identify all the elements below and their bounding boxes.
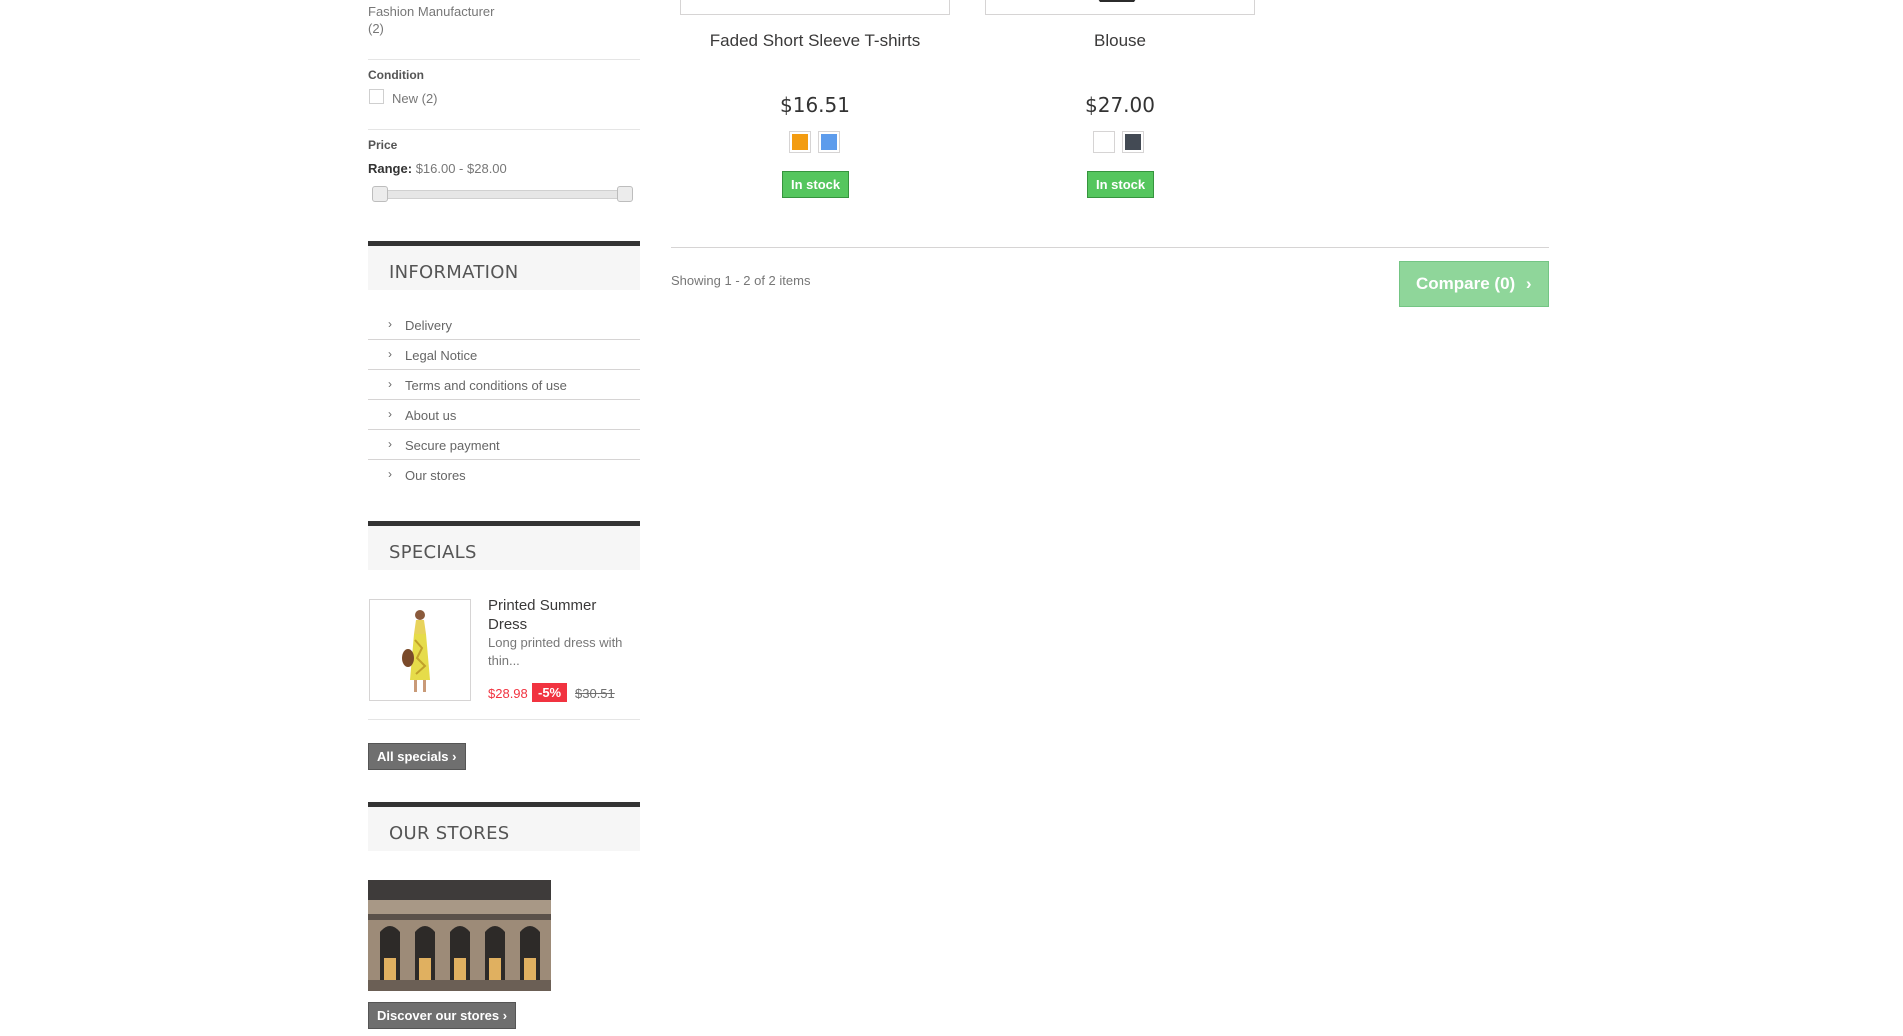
info-link-our-stores[interactable]: › Our stores [368,460,640,490]
info-link-terms[interactable]: › Terms and conditions of use [368,370,640,400]
product-price: $27.00 [1085,93,1155,117]
specials-block-header: SPECIALS [368,521,640,570]
information-title: INFORMATION [389,262,519,283]
chevron-right-icon: › [388,347,392,361]
stock-status-badge: In stock [1087,171,1155,198]
product-image-frame[interactable] [985,0,1255,15]
chevron-right-icon: › [452,749,457,764]
info-link-about-us[interactable]: › About us [368,400,640,430]
chevron-right-icon: › [388,437,392,451]
compare-button[interactable]: Compare (0) › [1399,261,1549,307]
price-slider-track[interactable] [374,190,628,199]
store-facade-image [368,880,551,991]
info-link-label: Legal Notice [405,348,478,363]
discount-badge: -5% [532,683,568,702]
discover-stores-button[interactable]: Discover our stores › [368,1002,517,1029]
product-name[interactable]: Faded Short Sleeve T-shirts [680,31,950,51]
special-product-name[interactable]: Printed Summer Dress [488,596,638,634]
manufacturer-filter-count: (2) [368,21,384,36]
compare-label: Compare (0) [1416,274,1516,293]
all-specials-button[interactable]: All specials › [368,743,466,770]
stores-title: OUR STORES [389,823,510,844]
info-link-legal-notice[interactable]: › Legal Notice [368,340,640,370]
stock-status-badge: In stock [782,171,850,198]
price-range-label: Range: [368,161,413,176]
chevron-right-icon: › [388,377,392,391]
special-product-old-price: $30.51 [575,686,615,701]
product-name[interactable]: Blouse [985,31,1255,51]
blouse-image [1098,0,1136,2]
product-image-frame[interactable] [680,0,950,15]
special-product-description: Long printed dress with thin... [488,635,623,668]
dress-image [370,600,470,700]
chevron-right-icon: › [502,1008,508,1023]
discover-stores-label: Discover our stores [377,1008,500,1023]
stores-block-header: OUR STORES [368,802,640,851]
special-product-price: $28.98 [488,686,528,701]
condition-new-label[interactable]: New (2) [392,91,438,106]
info-link-label: Delivery [405,318,452,333]
info-link-label: Our stores [405,468,466,483]
condition-filter-title: Condition [368,68,424,82]
info-link-label: Terms and conditions of use [405,378,567,393]
store-image[interactable] [368,880,551,991]
info-link-secure-payment[interactable]: › Secure payment [368,430,640,460]
manufacturer-filter-link[interactable]: Fashion Manufacturer [368,3,494,21]
info-link-delivery[interactable]: › Delivery [368,310,640,340]
divider [368,59,640,60]
divider [368,129,640,130]
divider [671,247,1549,248]
price-filter-title: Price [368,138,398,152]
color-swatch-white[interactable] [1093,131,1115,153]
info-link-label: About us [405,408,457,423]
condition-new-checkbox[interactable] [369,89,384,104]
color-swatch-blue[interactable] [818,131,840,153]
color-swatch-orange[interactable] [789,131,811,153]
information-block-header: INFORMATION [368,241,640,290]
chevron-right-icon: › [388,407,392,421]
price-range-value: $16.00 - $28.00 [415,161,507,176]
price-range-text: Range: $16.00 - $28.00 [368,161,507,176]
special-product-thumbnail[interactable] [369,599,471,701]
price-slider-min-handle[interactable] [372,186,388,202]
chevron-right-icon: › [1525,274,1532,293]
all-specials-label: All specials [377,749,449,764]
info-link-label: Secure payment [405,438,500,453]
color-swatch-dark-gray[interactable] [1122,131,1144,153]
price-slider-max-handle[interactable] [617,186,633,202]
specials-title: SPECIALS [389,542,477,563]
divider [368,719,640,720]
showing-items-count: Showing 1 - 2 of 2 items [671,273,811,288]
chevron-right-icon: › [388,467,392,481]
product-price: $16.51 [780,93,850,117]
chevron-right-icon: › [388,317,392,331]
